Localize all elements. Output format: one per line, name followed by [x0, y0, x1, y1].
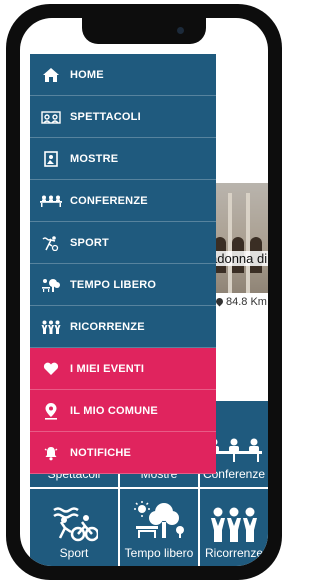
- bell-icon: [38, 445, 64, 461]
- event-distance: 84.8 Km: [214, 296, 267, 308]
- heart-icon: [38, 362, 64, 376]
- menu-item-label: NOTIFICHE: [70, 446, 132, 459]
- home-icon: [38, 67, 64, 83]
- menu-item-home[interactable]: HOME: [30, 54, 216, 96]
- tile-label: Tempo libero: [124, 546, 194, 560]
- leisure-icon: [38, 277, 64, 293]
- event-title[interactable]: adonna di: [208, 251, 268, 266]
- swim-bike-run-icon: [53, 507, 98, 542]
- menu-item-label: TEMPO LIBERO: [70, 278, 157, 291]
- conference-icon: [38, 195, 64, 207]
- people-icon: [38, 320, 64, 334]
- menu-item-notifiche[interactable]: NOTIFICHE: [30, 432, 216, 474]
- pin-icon: [214, 296, 225, 307]
- menu-item-label: HOME: [70, 68, 104, 81]
- leisure-icon: [134, 501, 184, 538]
- menu-item-label: MOSTRE: [70, 152, 119, 165]
- location-pin-icon: [38, 402, 64, 420]
- painting-icon: [38, 150, 64, 167]
- menu-item-label: I MIEI EVENTI: [70, 362, 145, 375]
- menu-item-sport[interactable]: SPORT: [30, 222, 216, 264]
- menu-item-il-mio-comune[interactable]: IL MIO COMUNE: [30, 390, 216, 432]
- distance-value: 84.8 Km: [226, 296, 267, 308]
- tile-label: Sport: [59, 546, 89, 560]
- navigation-drawer: HOME SPETTACOLI MOSTRE CONFERENZE SPORT …: [30, 54, 216, 474]
- menu-item-label: SPORT: [70, 236, 109, 249]
- menu-item-ricorrenze[interactable]: RICORRENZE: [30, 306, 216, 348]
- tile-ricorrenze[interactable]: Ricorrenze: [200, 489, 268, 566]
- tile-label: Ricorrenze: [204, 546, 264, 560]
- menu-item-label: SPETTACOLI: [70, 110, 141, 123]
- menu-item-label: IL MIO COMUNE: [70, 404, 158, 417]
- theater-icon: [38, 110, 64, 124]
- menu-item-label: CONFERENZE: [70, 194, 148, 207]
- notch: [82, 18, 206, 44]
- menu-item-spettacoli[interactable]: SPETTACOLI: [30, 96, 216, 138]
- tile-sport[interactable]: Sport: [30, 489, 118, 566]
- screen: adonna di 84.8 Km Spettacoli Mostre Conf…: [20, 18, 268, 566]
- menu-item-label: RICORRENZE: [70, 320, 145, 333]
- phone-frame: adonna di 84.8 Km Spettacoli Mostre Conf…: [6, 4, 282, 580]
- camera: [177, 27, 184, 34]
- runner-icon: [38, 235, 64, 251]
- menu-item-i-miei-eventi[interactable]: I MIEI EVENTI: [30, 348, 216, 390]
- menu-item-mostre[interactable]: MOSTRE: [30, 138, 216, 180]
- menu-item-tempo-libero[interactable]: TEMPO LIBERO: [30, 264, 216, 306]
- menu-item-conferenze[interactable]: CONFERENZE: [30, 180, 216, 222]
- tile-tempo-libero[interactable]: Tempo libero: [120, 489, 198, 566]
- people-icon: [211, 507, 257, 542]
